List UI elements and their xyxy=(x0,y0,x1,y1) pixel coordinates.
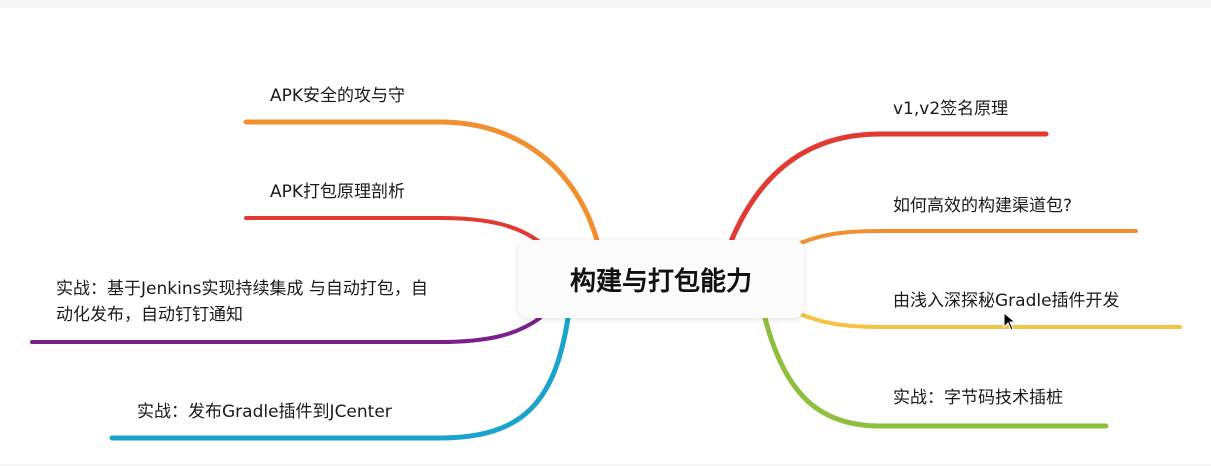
topic-channel-packages[interactable]: 如何高效的构建渠道包? xyxy=(893,193,1072,219)
topic-apk-packaging[interactable]: APK打包原理剖析 xyxy=(270,179,405,205)
topic-bytecode-instrumentation[interactable]: 实战：字节码技术插桩 xyxy=(893,385,1063,411)
central-topic-label: 构建与打包能力 xyxy=(569,266,752,297)
topic-gradle-plugin-dev[interactable]: 由浅入深探秘Gradle插件开发 xyxy=(893,288,1120,314)
branch-link-right-2 xyxy=(796,229,1138,246)
central-topic[interactable]: 构建与打包能力 xyxy=(518,240,804,318)
branch-link-left-2 xyxy=(244,216,544,246)
topic-publish-gradle-plugin[interactable]: 实战：发布Gradle插件到JCenter xyxy=(137,399,392,425)
branch-link-right-3 xyxy=(798,312,1182,329)
topic-signing-principle[interactable]: v1,v2签名原理 xyxy=(893,96,1008,122)
branch-link-right-1 xyxy=(727,131,1049,247)
mindmap-canvas: 构建与打包能力 APK安全的攻与守 APK打包原理剖析 实战：基于Jenkins… xyxy=(0,0,1211,466)
topic-jenkins-ci[interactable]: 实战：基于Jenkins实现持续集成 与自动打包，自动化发布，自动钉钉通知 xyxy=(56,276,440,328)
topic-apk-security[interactable]: APK安全的攻与守 xyxy=(270,83,405,109)
mouse-pointer-icon xyxy=(1003,312,1017,331)
